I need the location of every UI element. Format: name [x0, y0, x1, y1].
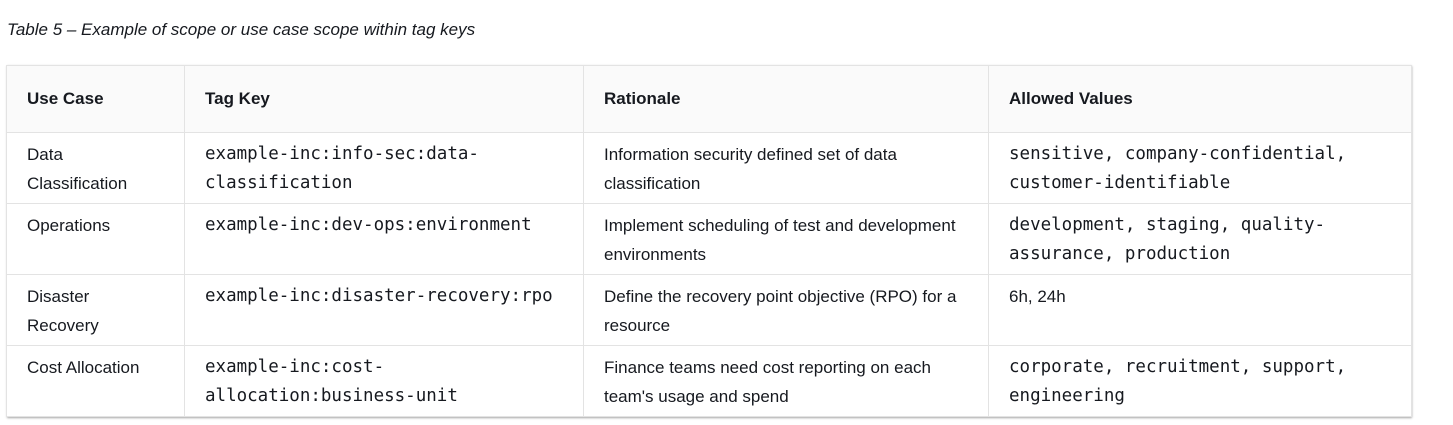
header-allowed-values: Allowed Values — [988, 65, 1412, 133]
cell-use-case: Data Classification — [6, 132, 185, 204]
table-header-row: Use Case Tag Key Rationale Allowed Value… — [6, 65, 1412, 133]
table-row: Disaster Recovery example-inc:disaster-r… — [6, 274, 1412, 346]
header-use-case: Use Case — [6, 65, 185, 133]
cell-tag-key: example-inc:info-sec:data-classification — [184, 132, 584, 204]
cell-use-case: Disaster Recovery — [6, 274, 185, 346]
cell-allowed-values: development, staging, quality-assurance,… — [988, 203, 1412, 275]
cell-allowed-values: sensitive, company-confidential, custome… — [988, 132, 1412, 204]
cell-rationale: Information security defined set of data… — [583, 132, 989, 204]
cell-tag-key: example-inc:disaster-recovery:rpo — [184, 274, 584, 346]
header-rationale: Rationale — [583, 65, 989, 133]
table-caption: Table 5 – Example of scope or use case s… — [7, 20, 476, 39]
cell-use-case: Operations — [6, 203, 185, 275]
header-tag-key: Tag Key — [184, 65, 584, 133]
cell-tag-key: example-inc:dev-ops:environment — [184, 203, 584, 275]
cell-rationale: Implement scheduling of test and develop… — [583, 203, 989, 275]
table-row: Operations example-inc:dev-ops:environme… — [6, 203, 1412, 275]
cell-rationale: Finance teams need cost reporting on eac… — [583, 345, 989, 417]
cell-rationale: Define the recovery point objective (RPO… — [583, 274, 989, 346]
cell-allowed-values: corporate, recruitment, support, enginee… — [988, 345, 1412, 417]
tag-keys-table: Use Case Tag Key Rationale Allowed Value… — [6, 65, 1412, 417]
table-row: Data Classification example-inc:info-sec… — [6, 132, 1412, 204]
table-row: Cost Allocation example-inc:cost-allocat… — [6, 345, 1412, 417]
tag-keys-table-container: Use Case Tag Key Rationale Allowed Value… — [6, 65, 1412, 417]
cell-use-case: Cost Allocation — [6, 345, 185, 417]
cell-tag-key: example-inc:cost-allocation:business-uni… — [184, 345, 584, 417]
cell-allowed-values: 6h, 24h — [988, 274, 1412, 346]
